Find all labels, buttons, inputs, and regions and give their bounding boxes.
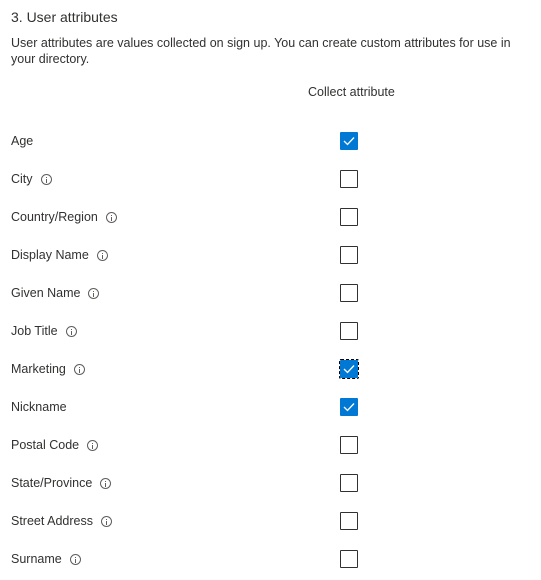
attribute-label-container: City [11, 172, 52, 186]
attribute-label-container: Given Name [11, 286, 100, 300]
collect-postal-code-checkbox[interactable] [340, 436, 358, 454]
collect-job-title-checkbox[interactable] [340, 322, 358, 340]
attribute-label: Marketing [11, 362, 66, 376]
attribute-row-display-name: Display Name [0, 236, 541, 274]
collect-attribute-column-header: Collect attribute [308, 85, 395, 99]
attribute-label: Country/Region [11, 210, 98, 224]
attributes-list: Age City Country/Region Display Name Given N… [0, 122, 541, 578]
section-title: 3. User attributes [11, 9, 118, 25]
attribute-row-postal-code: Postal Code [0, 426, 541, 464]
collect-country-region-checkbox[interactable] [340, 208, 358, 226]
info-icon[interactable] [101, 515, 112, 527]
attribute-row-city: City [0, 160, 541, 198]
attribute-label-container: Postal Code [11, 438, 99, 452]
attribute-row-job-title: Job Title [0, 312, 541, 350]
attribute-row-given-name: Given Name [0, 274, 541, 312]
attribute-label: Job Title [11, 324, 58, 338]
info-icon[interactable] [100, 477, 112, 489]
info-icon[interactable] [88, 287, 100, 299]
attribute-label-container: Age [11, 134, 33, 148]
collect-surname-checkbox[interactable] [340, 550, 358, 568]
collect-age-checkbox[interactable] [340, 132, 358, 150]
attribute-label-container: Marketing [11, 362, 85, 376]
attribute-row-marketing: Marketing [0, 350, 541, 388]
attribute-label: Surname [11, 552, 62, 566]
attribute-label-container: Display Name [11, 248, 108, 262]
attribute-label-container: Nickname [11, 400, 67, 414]
info-icon[interactable] [40, 173, 52, 185]
attribute-label-container: Job Title [11, 324, 77, 338]
checkmark-icon [343, 403, 355, 412]
attribute-label: Age [11, 134, 34, 148]
checkmark-icon [343, 365, 355, 374]
attribute-label-container: Surname [11, 552, 81, 566]
checkmark-icon [343, 137, 355, 146]
info-icon[interactable] [87, 439, 99, 451]
attribute-label: Display Name [11, 248, 89, 262]
attribute-label: State/Province [11, 476, 93, 490]
attribute-row-street-address: Street Address [0, 502, 541, 540]
collect-marketing-checkbox[interactable] [339, 359, 359, 379]
info-icon[interactable] [73, 363, 85, 375]
collect-given-name-checkbox[interactable] [340, 284, 358, 302]
attribute-label: Given Name [11, 286, 81, 300]
attribute-row-age: Age [0, 122, 541, 160]
attribute-row-country-region: Country/Region [0, 198, 541, 236]
attribute-label: City [11, 172, 33, 186]
attribute-row-state-province: State/Province [0, 464, 541, 502]
info-icon[interactable] [69, 553, 81, 565]
attribute-label: Street Address [11, 514, 93, 528]
info-icon[interactable] [65, 325, 77, 337]
collect-display-name-checkbox[interactable] [340, 246, 358, 264]
collect-street-address-checkbox[interactable] [340, 512, 358, 530]
info-icon[interactable] [96, 249, 108, 261]
attribute-label-container: Country/Region [11, 210, 117, 224]
attribute-label-container: State/Province [11, 476, 112, 490]
collect-nickname-checkbox[interactable] [340, 398, 358, 416]
collect-state-province-checkbox[interactable] [340, 474, 358, 492]
attribute-label: Postal Code [11, 438, 80, 452]
collect-city-checkbox[interactable] [340, 170, 358, 188]
section-description: User attributes are values collected on … [11, 36, 511, 66]
attribute-label-container: Street Address [11, 514, 112, 528]
attribute-row-surname: Surname [0, 540, 541, 578]
attribute-row-nickname: Nickname [0, 388, 541, 426]
info-icon[interactable] [105, 211, 117, 223]
attribute-label: Nickname [11, 400, 67, 414]
